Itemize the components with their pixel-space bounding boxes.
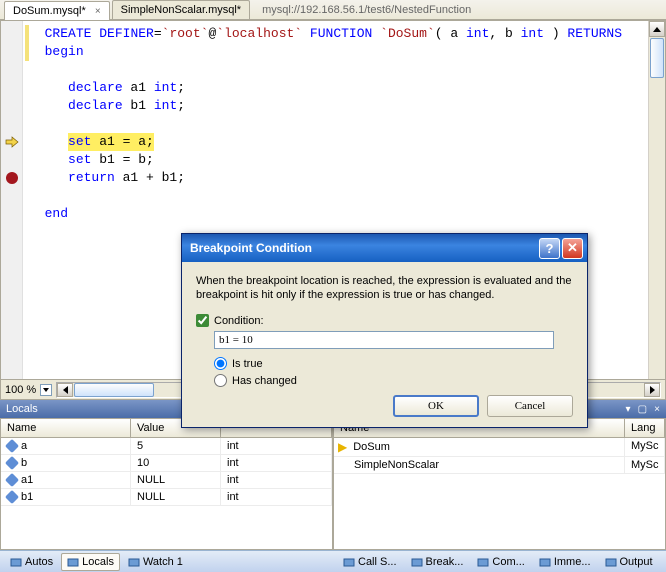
table-row[interactable]: a 5int (1, 438, 332, 455)
current-frame-arrow-icon: ▶ (338, 440, 347, 454)
variable-icon (5, 456, 19, 470)
condition-checkbox-row[interactable]: Condition: (196, 314, 573, 327)
stack-rows: ▶ DoSum MySc SimpleNonScalar MySc (334, 438, 665, 549)
current-line-arrow-icon (5, 135, 19, 149)
dialog-title: Breakpoint Condition (190, 241, 537, 255)
locals-panel: Name Value a5intb10inta1NULLintb1NULLint (0, 418, 333, 550)
close-icon[interactable]: × (95, 6, 101, 17)
code-text[interactable]: CREATE DEFINER=`root`@`localhost` FUNCTI… (1, 21, 665, 227)
dialog-description: When the breakpoint location is reached,… (196, 274, 573, 302)
variable-icon (5, 490, 19, 504)
bookmark-marker (25, 25, 29, 61)
close-icon[interactable]: × (654, 404, 660, 415)
scroll-thumb[interactable] (74, 383, 154, 397)
zoom-dropdown[interactable] (40, 384, 52, 396)
col-name[interactable]: Name (1, 419, 131, 437)
tab-label: DoSum.mysql* (13, 5, 86, 17)
table-row[interactable]: ▶ DoSum MySc (334, 438, 665, 457)
radio-has-changed-row[interactable]: Has changed (214, 374, 573, 387)
var-name: a1 (21, 474, 33, 486)
var-value: 10 (131, 455, 221, 471)
condition-radios: Is true Has changed (214, 357, 573, 387)
help-button[interactable]: ? (539, 238, 560, 259)
radio-has-changed[interactable] (214, 374, 227, 387)
vertical-scrollbar[interactable] (648, 21, 665, 379)
table-row[interactable]: b1 NULLint (1, 489, 332, 506)
var-type: int (221, 472, 332, 488)
dialog-titlebar[interactable]: Breakpoint Condition ? ✕ (182, 234, 587, 262)
radio-label: Is true (232, 358, 263, 370)
scroll-left-button[interactable] (57, 383, 73, 397)
scroll-thumb[interactable] (650, 38, 664, 78)
breakpoint-condition-dialog: Breakpoint Condition ? ✕ When the breakp… (181, 233, 588, 428)
callstack-panel: Name Lang ▶DoSumMyScSimpleNonScalarMySc (333, 418, 666, 550)
gutter[interactable] (1, 21, 23, 379)
tab-simplenonscalar[interactable]: SimpleNonScalar.mysql* (112, 0, 250, 19)
condition-checkbox[interactable] (196, 314, 209, 327)
var-name: a (21, 440, 27, 452)
radio-is-true[interactable] (214, 357, 227, 370)
zoom-level: 100 % (5, 384, 36, 396)
condition-label: Condition: (214, 315, 264, 327)
tab-label: SimpleNonScalar.mysql* (121, 4, 241, 16)
frame-lang: MySc (625, 457, 665, 473)
ok-button[interactable]: OK (393, 395, 479, 417)
dialog-body: When the breakpoint location is reached,… (182, 262, 587, 427)
var-value: NULL (131, 472, 221, 488)
variable-icon (5, 473, 19, 487)
var-name: b (21, 457, 27, 469)
var-value: NULL (131, 489, 221, 505)
frame-name: SimpleNonScalar (354, 459, 439, 471)
frame-name: DoSum (353, 441, 390, 453)
bottom-panels: Name Value a5intb10inta1NULLintb1NULLint… (0, 418, 666, 550)
table-row[interactable]: SimpleNonScalar MySc (334, 457, 665, 474)
var-name: b1 (21, 491, 33, 503)
var-type: int (221, 455, 332, 471)
condition-input[interactable] (214, 331, 554, 349)
pin-icon[interactable]: ▢ (638, 404, 647, 415)
panel-controls: ▾ ▢ × (622, 403, 660, 415)
document-tabs: DoSum.mysql* × SimpleNonScalar.mysql* my… (0, 0, 666, 20)
frame-lang: MySc (625, 438, 665, 456)
variable-icon (5, 439, 19, 453)
var-value: 5 (131, 438, 221, 454)
close-button[interactable]: ✕ (562, 238, 583, 259)
scroll-up-button[interactable] (649, 21, 665, 37)
document-path: mysql://192.168.56.1/test6/NestedFunctio… (252, 1, 481, 19)
table-row[interactable]: b 10int (1, 455, 332, 472)
radio-is-true-row[interactable]: Is true (214, 357, 573, 370)
var-type: int (221, 489, 332, 505)
panel-title: Locals (6, 403, 38, 415)
status-bar: AutosLocalsWatch 1 Call S...Break...Com.… (0, 550, 666, 572)
dropdown-icon[interactable]: ▾ (626, 404, 631, 415)
radio-label: Has changed (232, 375, 297, 387)
dialog-buttons: OK Cancel (196, 395, 573, 417)
breakpoint-icon[interactable] (6, 172, 18, 184)
locals-rows: a5intb10inta1NULLintb1NULLint (1, 438, 332, 549)
table-row[interactable]: a1 NULLint (1, 472, 332, 489)
tab-dosum[interactable]: DoSum.mysql* × (4, 1, 110, 20)
col-lang[interactable]: Lang (625, 419, 665, 437)
cancel-button[interactable]: Cancel (487, 395, 573, 417)
scroll-right-button[interactable] (644, 383, 660, 397)
var-type: int (221, 438, 332, 454)
